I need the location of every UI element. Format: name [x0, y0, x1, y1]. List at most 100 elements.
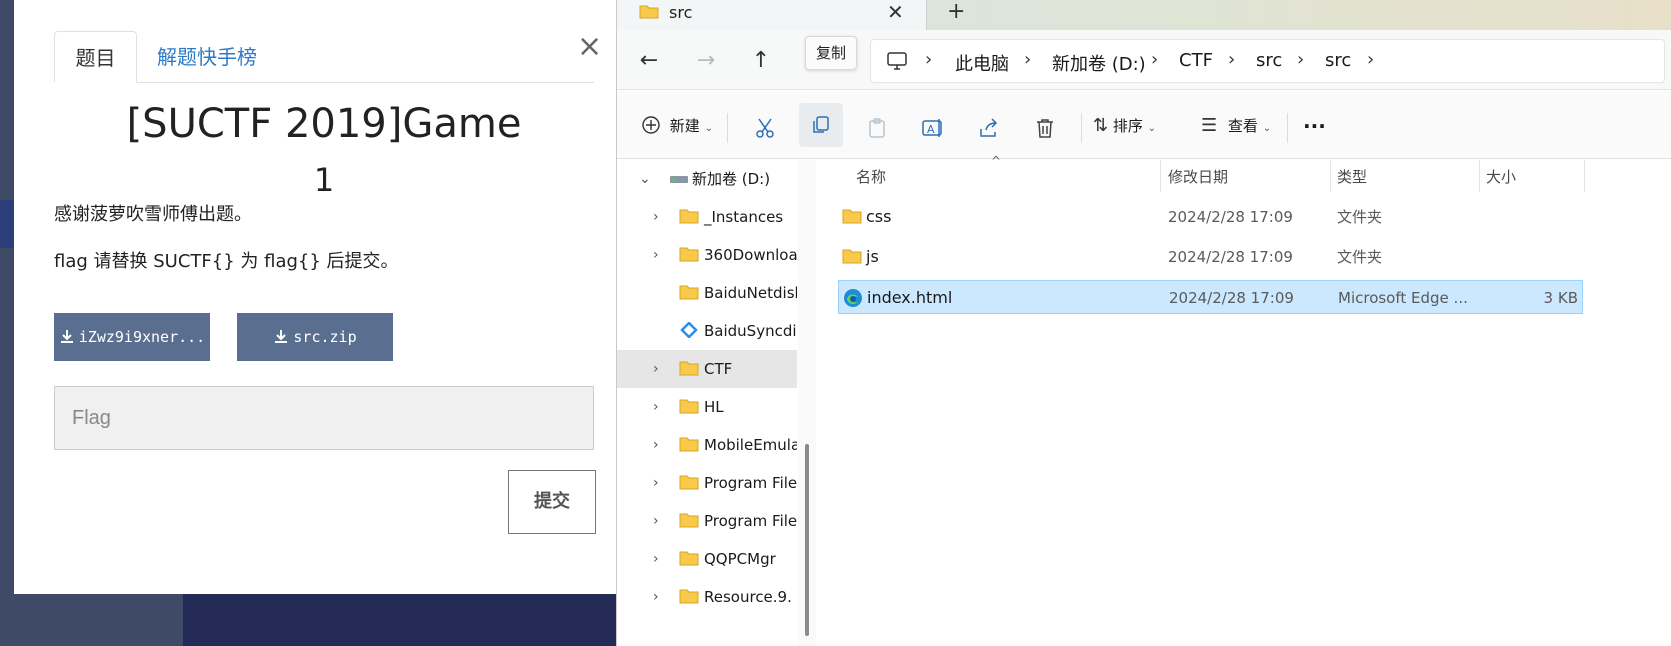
rename-icon[interactable]: A — [911, 109, 955, 153]
nav-item-label: _Instances — [704, 208, 784, 226]
new-label: 新建 — [669, 117, 700, 135]
nav-item-label: 360Downloads — [704, 246, 797, 264]
paste-icon[interactable] — [855, 109, 899, 153]
column-name[interactable]: 名称 — [856, 166, 886, 187]
tab-src[interactable]: src ✕ — [617, 0, 927, 30]
breadcrumb-item[interactable]: 新加卷 (D:) — [1052, 50, 1146, 76]
breadcrumb-item[interactable]: 此电脑 — [955, 50, 1009, 76]
nav-item-folder[interactable]: › QQPCMgr — [617, 540, 797, 578]
folder-icon — [679, 399, 699, 414]
toolbar-divider — [1287, 113, 1288, 143]
download-label: src.zip — [293, 328, 357, 346]
nav-scrollbar[interactable] — [798, 160, 816, 646]
baidu-sync-icon — [680, 322, 698, 338]
toolbar-divider — [727, 113, 728, 143]
column-type[interactable]: 类型 — [1337, 166, 1367, 187]
folder-icon — [679, 285, 699, 300]
close-icon[interactable]: × — [577, 32, 602, 62]
nav-item-folder[interactable]: › Resource.9. — [617, 578, 797, 616]
chevron-right-icon: › — [1024, 49, 1032, 70]
file-name: js — [866, 247, 879, 266]
nav-item-folder[interactable]: › Program Files — [617, 464, 797, 502]
new-tab-icon[interactable]: + — [947, 0, 965, 24]
up-icon[interactable]: ↑ — [747, 48, 775, 76]
close-tab-icon[interactable]: ✕ — [887, 0, 904, 24]
challenge-points: 1 — [313, 161, 335, 199]
file-type: Microsoft Edge ... — [1338, 289, 1468, 307]
address-bar[interactable]: › 此电脑 › 新加卷 (D:) › CTF › src › src › — [870, 39, 1665, 83]
delete-icon[interactable] — [1023, 109, 1067, 153]
nav-item-folder[interactable]: › Program Files (x86) — [617, 502, 797, 540]
chevron-right-icon: › — [1151, 49, 1159, 70]
nav-item-folder[interactable]: › _Instances — [617, 198, 797, 236]
folder-icon — [679, 551, 699, 566]
cut-icon[interactable] — [743, 109, 787, 153]
chevron-right-icon: › — [925, 49, 933, 70]
download-button[interactable]: src.zip — [237, 313, 393, 361]
file-date: 2024/2/28 17:09 — [1168, 208, 1293, 226]
file-size: 3 KB — [1543, 289, 1578, 307]
download-button[interactable]: iZwz9i9xner... — [54, 313, 210, 361]
chevron-right-icon: › — [1297, 49, 1305, 70]
nav-item-folder[interactable]: › MobileEmulator — [617, 426, 797, 464]
nav-item-label: HL — [704, 398, 724, 416]
edge-icon — [844, 289, 862, 307]
submit-button[interactable]: 提交 — [508, 470, 596, 534]
new-button[interactable]: 新建 ⌄ — [641, 111, 713, 141]
chevron-right-icon: › — [653, 589, 659, 605]
nav-item-label: BaiduNetdiskDownload — [704, 284, 797, 302]
nav-item-folder[interactable]: › 360Downloads — [617, 236, 797, 274]
title-bar: src ✕ + — [617, 0, 1671, 30]
file-type: 文件夹 — [1337, 208, 1383, 226]
plus-circle-icon — [642, 116, 660, 134]
nav-item-label: Resource.9. — [704, 588, 792, 606]
forward-icon[interactable]: → — [692, 48, 720, 76]
copy-icon[interactable] — [799, 103, 843, 147]
back-icon[interactable]: ← — [635, 48, 663, 76]
share-icon[interactable] — [967, 109, 1011, 153]
scrollbar-thumb[interactable] — [805, 444, 809, 636]
breadcrumb-item[interactable]: src — [1256, 50, 1282, 71]
folder-icon — [639, 5, 659, 19]
background-accent — [0, 200, 14, 248]
file-list: 名称 ^ 修改日期 类型 大小 css 2024/2/28 17:09 文件夹 … — [816, 154, 1671, 646]
breadcrumb-item[interactable]: CTF — [1179, 50, 1213, 71]
file-row[interactable]: js 2024/2/28 17:09 文件夹 — [838, 240, 1583, 274]
chevron-right-icon: › — [653, 209, 659, 225]
nav-item-folder[interactable]: BaiduSyncdisk — [617, 312, 797, 350]
computer-icon — [887, 52, 907, 70]
nav-item-label: Program Files — [704, 474, 797, 492]
folder-icon — [842, 209, 862, 224]
sort-button[interactable]: ⇅ 排序 ⌄ — [1093, 111, 1156, 141]
nav-item-folder[interactable]: BaiduNetdiskDownload — [617, 274, 797, 312]
folder-icon — [679, 589, 699, 604]
folder-icon — [679, 475, 699, 490]
tab-challenge[interactable]: 题目 — [54, 31, 137, 83]
file-row[interactable]: index.html 2024/2/28 17:09 Microsoft Edg… — [838, 280, 1583, 314]
nav-item-drive-d[interactable]: ⌄ 新加卷 (D:) — [617, 160, 797, 198]
nav-item-label: CTF — [704, 360, 733, 378]
tab-solves[interactable]: 解题快手榜 — [157, 31, 257, 83]
sort-icon: ⇅ — [1093, 115, 1109, 136]
chevron-right-icon: › — [1228, 49, 1236, 70]
nav-item-label: QQPCMgr — [704, 550, 776, 568]
file-row[interactable]: css 2024/2/28 17:09 文件夹 — [838, 200, 1583, 234]
nav-item-folder[interactable]: › CTF — [617, 350, 797, 388]
folder-icon — [842, 249, 862, 264]
chevron-right-icon: › — [653, 513, 659, 529]
flag-input[interactable]: Flag — [54, 386, 594, 450]
view-button[interactable]: ☰ 查看 ⌄ — [1201, 111, 1271, 141]
more-options-icon[interactable]: ··· — [1303, 111, 1326, 141]
download-icon — [60, 330, 73, 343]
column-date[interactable]: 修改日期 — [1168, 166, 1228, 187]
sort-arrow-icon: ^ — [991, 154, 1002, 168]
column-divider — [1160, 160, 1161, 192]
breadcrumb-item[interactable]: src — [1325, 50, 1351, 71]
folder-icon — [679, 361, 699, 376]
column-size[interactable]: 大小 — [1486, 166, 1516, 187]
navigation-pane: ⌄ 新加卷 (D:) › _Instances › 360Downloads B… — [617, 160, 797, 646]
view-label: 查看 — [1227, 117, 1258, 135]
nav-item-folder[interactable]: › HL — [617, 388, 797, 426]
sort-label: 排序 — [1112, 117, 1143, 135]
column-divider — [1479, 160, 1480, 192]
